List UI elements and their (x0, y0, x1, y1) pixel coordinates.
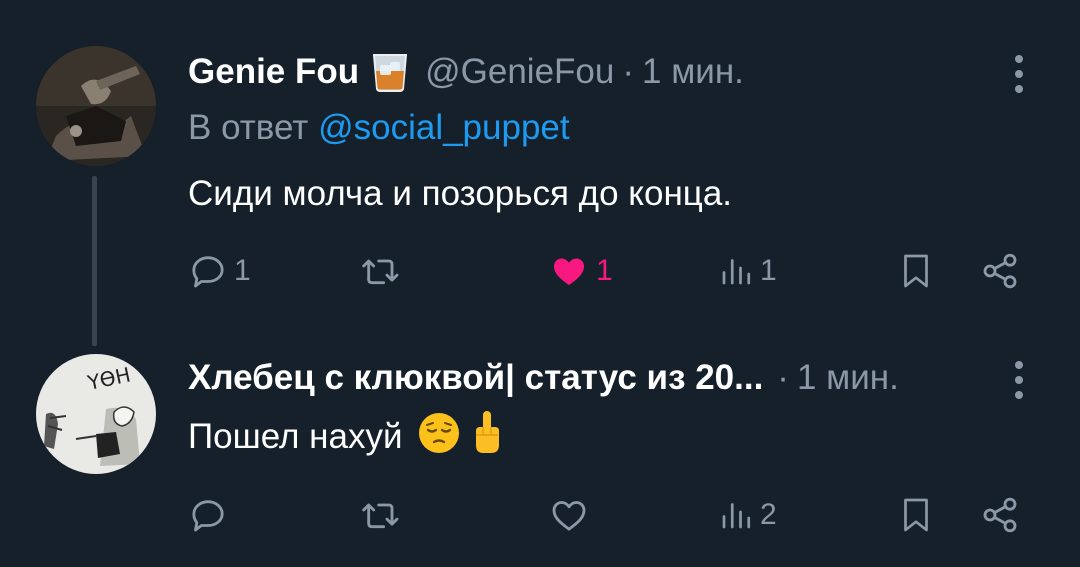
bookmark-icon (904, 254, 928, 288)
whiskey-glass-icon (371, 51, 409, 93)
tweet-text: Сиди молча и позорься до конца. (188, 174, 733, 213)
handle[interactable]: @GenieFou (425, 52, 614, 92)
reply-icon (192, 500, 224, 532)
reply-icon (192, 256, 224, 288)
heart-outline-icon (552, 501, 586, 531)
tweet-text-row: Пошел нахуй (188, 410, 503, 464)
reply-mention-link[interactable]: @social_puppet (318, 108, 570, 147)
middle-finger-emoji (471, 409, 503, 466)
share-icon (983, 497, 1017, 533)
reply-count: 1 (234, 254, 251, 287)
like-button[interactable]: 1 (548, 246, 613, 296)
reply-prefix: В ответ (188, 108, 309, 147)
avatar-genie-fou[interactable] (36, 46, 156, 166)
display-name[interactable]: Хлебец с клюквой| статус из 20... (188, 358, 763, 398)
bookmark-button[interactable] (898, 490, 934, 540)
separator-dot: · (777, 358, 789, 397)
bookmark-icon (904, 498, 928, 532)
timestamp[interactable]: 1 мин. (642, 52, 744, 92)
like-count: 1 (596, 254, 613, 287)
avatar-hlebets[interactable]: ҮӨН (36, 354, 156, 474)
tweet-text: Пошел нахуй (188, 417, 403, 456)
separator-dot: · (622, 52, 635, 91)
tweet-1-header: Genie Fou @GenieFou · 1 мин. (188, 50, 744, 94)
share-button[interactable] (980, 490, 1020, 540)
timestamp[interactable]: 1 мин. (797, 358, 899, 398)
share-icon (983, 253, 1017, 289)
views-count: 1 (760, 254, 777, 287)
views-count: 2 (760, 498, 777, 531)
reply-button[interactable] (188, 490, 234, 540)
pensive-face-emoji (417, 411, 461, 464)
like-button[interactable] (548, 490, 596, 540)
tweet-1-actions: 1 1 1 (188, 246, 1028, 296)
tweet-2-header: Хлебец с клюквой| статус из 20... · 1 ми… (188, 356, 899, 400)
display-name[interactable]: Genie Fou (188, 52, 359, 92)
views-button[interactable]: 2 (718, 490, 777, 540)
retweet-icon (362, 503, 399, 529)
retweet-button[interactable] (360, 490, 410, 540)
more-options-icon[interactable] (1006, 358, 1032, 402)
retweet-icon (362, 259, 399, 285)
share-button[interactable] (980, 246, 1020, 296)
thread-connector-line (92, 176, 97, 346)
more-options-icon[interactable] (1006, 52, 1032, 96)
views-chart-icon (722, 259, 751, 285)
retweet-button[interactable] (360, 246, 410, 296)
bookmark-button[interactable] (898, 246, 934, 296)
heart-filled-icon (554, 258, 584, 286)
replying-to: В ответ @social_puppet (188, 108, 570, 148)
views-button[interactable]: 1 (718, 246, 777, 296)
reply-button[interactable]: 1 (188, 246, 251, 296)
views-chart-icon (722, 503, 751, 529)
tweet-2-actions: 2 (188, 490, 1028, 540)
